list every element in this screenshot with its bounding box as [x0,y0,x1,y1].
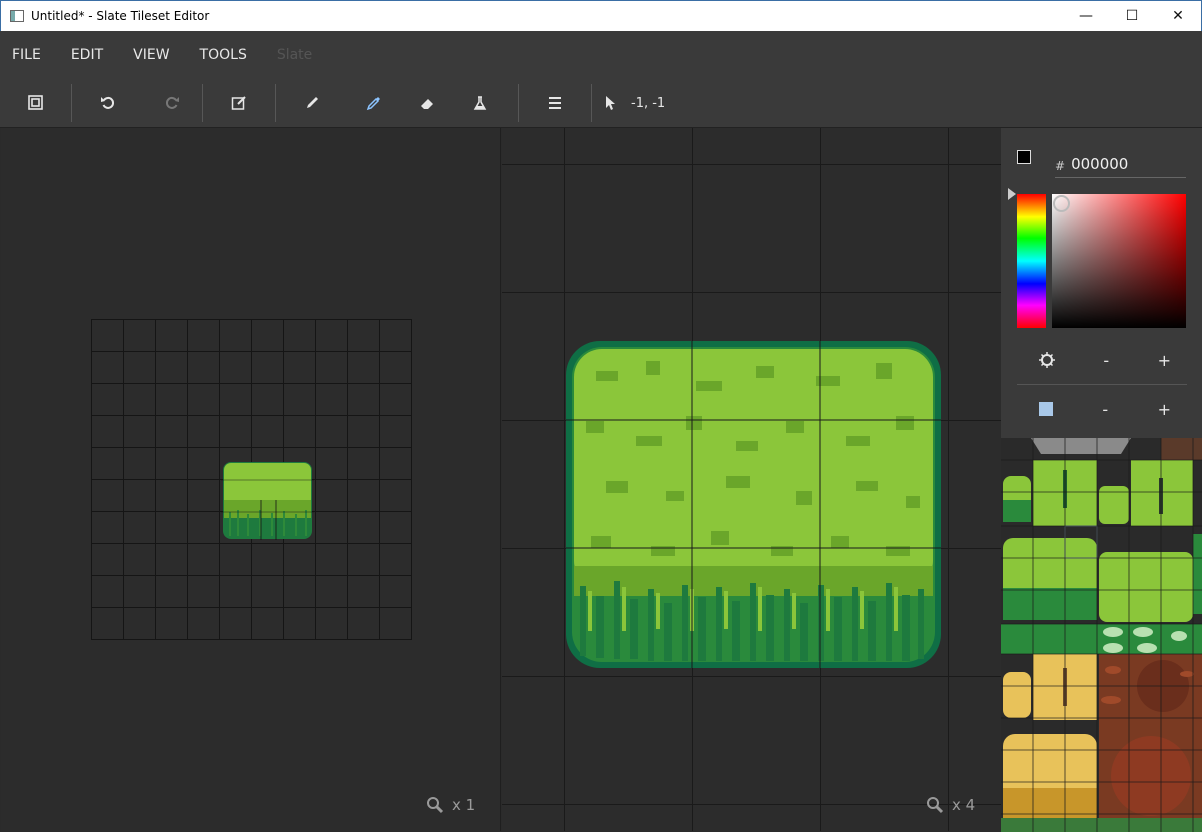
hash-label: # [1055,158,1066,173]
close-button[interactable]: ✕ [1155,1,1201,31]
menu-bar: FILE EDIT VIEW TOOLS Slate [0,31,1202,79]
color-swatch[interactable] [1017,150,1039,172]
minimize-button[interactable]: — [1063,1,1109,31]
toolbar-separator [591,84,592,122]
undo-button[interactable] [73,79,143,128]
saturation-value-picker[interactable] [1052,194,1186,328]
app-icon [10,10,24,22]
grass-tile-preview [221,462,314,540]
color-picker-knob[interactable] [1053,195,1070,212]
grass-tile-zoomed[interactable] [566,341,941,668]
tile-minus-button[interactable]: - [1102,400,1108,419]
tile-plus-button[interactable]: + [1158,400,1171,419]
canvas-size-icon [28,95,43,110]
hue-slider-handle[interactable] [1008,188,1016,200]
edit-button[interactable] [204,79,274,128]
fill-tool[interactable] [453,79,506,128]
fill-icon [473,96,486,110]
brush-plus-button[interactable]: + [1158,351,1171,370]
toolbar-separator [275,84,276,122]
zoom-label: x 1 [452,796,476,814]
menu-icon [549,97,561,109]
tile-square-icon [1039,402,1053,416]
brush-minus-button[interactable]: - [1103,351,1109,370]
toolbar-separator [518,84,519,122]
window-title: Untitled* - Slate Tileset Editor [31,9,210,23]
maximize-button[interactable]: ☐ [1109,1,1155,31]
magnifier-icon [927,797,944,814]
menu-slate: Slate [276,47,313,63]
tile-editor-canvas[interactable]: x 4 [502,128,1001,831]
pencil-tool[interactable] [277,79,347,128]
toolbar-separator [71,84,72,122]
hex-value[interactable]: 000000 [1071,155,1128,173]
zoom-indicator-x4: x 4 [926,796,975,814]
panel-divider [1017,384,1187,385]
toolbar: -1, -1 [0,79,1202,128]
zoom-indicator-x1: x 1 [426,796,475,814]
eraser-icon [420,99,433,109]
hue-slider[interactable] [1017,194,1046,328]
cursor-indicator [593,79,627,128]
eyedropper-tool[interactable] [347,79,400,128]
tile-size-row: - + [1017,394,1187,424]
tileset-palette[interactable] [1001,438,1202,832]
brush-size-row: - + [1017,345,1187,375]
tileset-image[interactable] [1001,438,1202,832]
cursor-coordinates: -1, -1 [631,95,666,111]
brush-icon [1039,352,1055,368]
title-bar: Untitled* - Slate Tileset Editor — ☐ ✕ [0,0,1202,31]
cursor-icon [606,96,615,110]
menu-view[interactable]: VIEW [133,47,169,63]
menu-tools[interactable]: TOOLS [200,47,247,63]
undo-icon [101,96,115,109]
menu-file[interactable]: FILE [12,47,41,63]
menu-edit[interactable]: EDIT [71,47,103,63]
redo-icon [165,96,179,109]
edit-icon [231,96,246,110]
toolbar-separator [202,84,203,122]
redo-button[interactable] [143,79,201,128]
canvas-size-button[interactable] [0,79,70,128]
color-panel: # 000000 - + - + [1001,128,1202,438]
magnifier-icon [427,797,444,814]
eyedropper-icon [366,97,380,111]
tileset-view-x1[interactable]: x 1 [1,128,501,831]
foreground-color[interactable] [1017,150,1031,164]
eraser-tool[interactable] [400,79,453,128]
menu-button[interactable] [520,79,590,128]
zoom-label: x 4 [952,796,976,814]
pencil-icon [307,97,318,108]
hex-input[interactable]: # 000000 [1055,150,1186,178]
